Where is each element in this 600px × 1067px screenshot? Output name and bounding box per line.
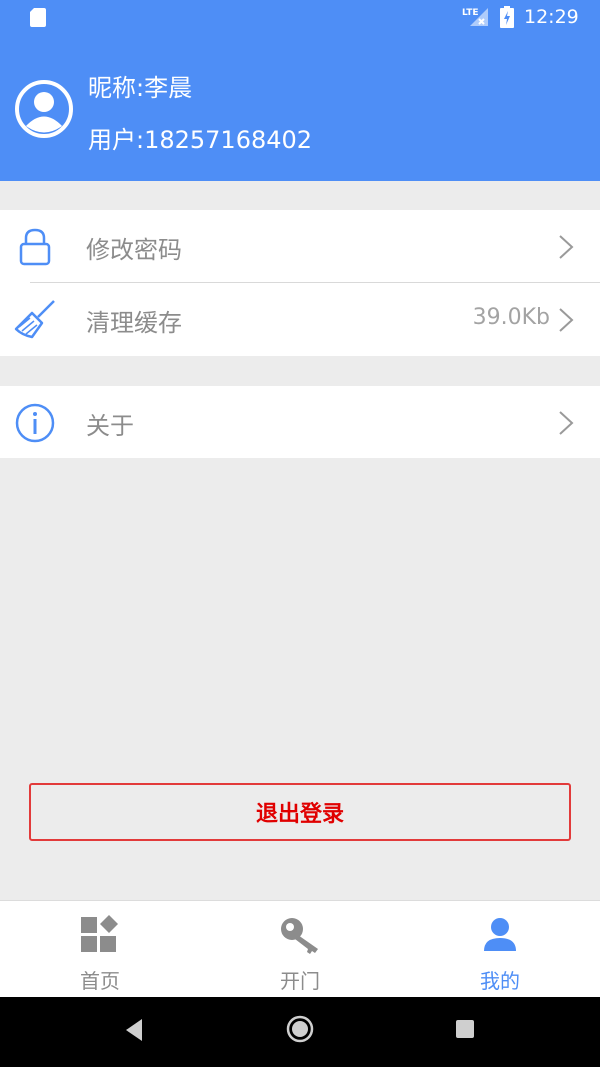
clear-cache-label: 清理缓存 bbox=[86, 309, 182, 337]
change-password-item[interactable]: 修改密码 bbox=[0, 210, 600, 283]
info-icon bbox=[15, 403, 55, 443]
bottom-tab-bar: 首页 开门 我的 bbox=[0, 900, 600, 997]
about-label: 关于 bbox=[86, 412, 134, 440]
user-icon bbox=[484, 918, 516, 951]
key-icon bbox=[281, 918, 318, 954]
tab-mine[interactable]: 我的 bbox=[400, 901, 600, 998]
clock: 12:29 bbox=[524, 6, 579, 28]
chevron-right-icon bbox=[559, 308, 574, 332]
chevron-right-icon bbox=[559, 411, 574, 435]
avatar-icon[interactable] bbox=[14, 79, 74, 139]
svg-text:LTE: LTE bbox=[462, 8, 479, 18]
tab-open-door[interactable]: 开门 bbox=[200, 901, 400, 998]
broom-icon bbox=[14, 300, 55, 339]
tab-mine-label: 我的 bbox=[480, 969, 520, 993]
settings-group: 修改密码 清理缓存 39.0Kb bbox=[0, 210, 600, 356]
battery-charging-icon bbox=[500, 6, 514, 28]
back-icon[interactable] bbox=[122, 1017, 146, 1043]
home-circle-icon[interactable] bbox=[284, 1013, 316, 1045]
tab-open-door-label: 开门 bbox=[280, 969, 320, 993]
nickname-text: 昵称:李晨 bbox=[88, 74, 193, 102]
clear-cache-item[interactable]: 清理缓存 39.0Kb bbox=[0, 283, 600, 356]
tab-home[interactable]: 首页 bbox=[0, 901, 200, 998]
status-bar: LTE 12:29 bbox=[0, 0, 600, 34]
chevron-right-icon bbox=[559, 235, 574, 259]
grid-icon bbox=[81, 915, 118, 952]
profile-header: 昵称:李晨 用户:18257168402 bbox=[0, 34, 600, 181]
about-item[interactable]: 关于 bbox=[0, 386, 600, 458]
lte-signal-icon: LTE bbox=[462, 8, 488, 26]
lock-icon bbox=[19, 228, 51, 266]
change-password-label: 修改密码 bbox=[86, 236, 182, 264]
about-group: 关于 bbox=[0, 386, 600, 458]
sd-card-icon bbox=[30, 8, 46, 27]
tab-home-label: 首页 bbox=[80, 969, 120, 993]
system-nav-bar bbox=[0, 997, 600, 1067]
recent-apps-icon[interactable] bbox=[455, 1019, 475, 1039]
user-phone-text: 用户:18257168402 bbox=[88, 126, 313, 154]
logout-button[interactable]: 退出登录 bbox=[29, 783, 571, 841]
cache-size-value: 39.0Kb bbox=[472, 305, 550, 330]
